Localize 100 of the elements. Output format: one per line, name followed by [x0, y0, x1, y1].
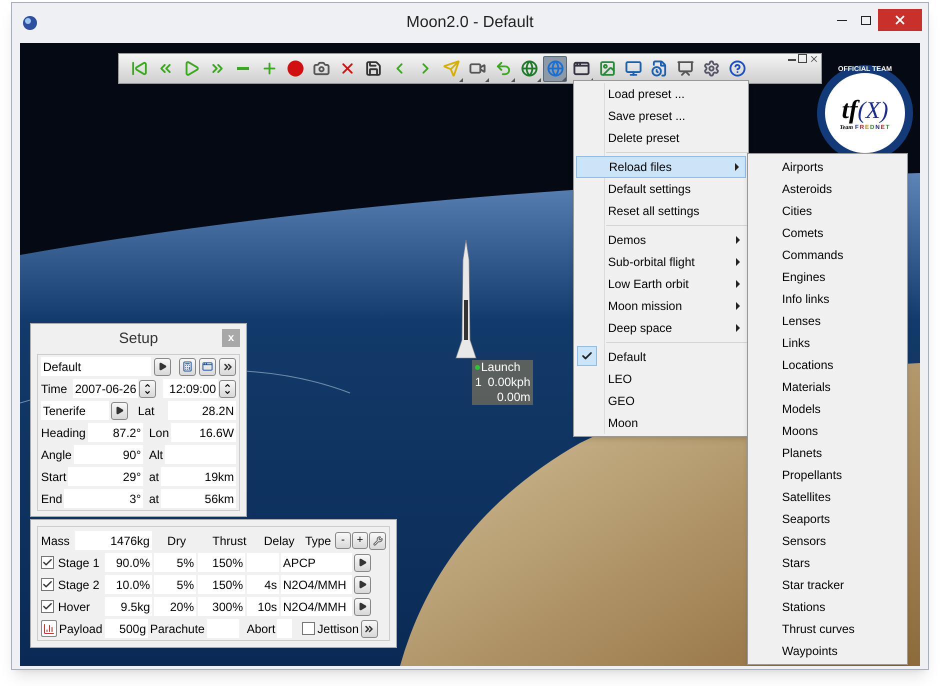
close-icon[interactable]: [809, 54, 819, 64]
text-field[interactable]: 2007-06-26: [73, 379, 138, 398]
wrench-button[interactable]: [369, 532, 386, 550]
menu-item[interactable]: Lenses: [748, 310, 907, 332]
menu-item[interactable]: Default settings: [576, 178, 746, 200]
menu-item[interactable]: Info links: [748, 288, 907, 310]
text-field[interactable]: 5%: [154, 553, 196, 572]
menu-item[interactable]: Airports: [748, 156, 907, 178]
spinner-button[interactable]: [139, 380, 156, 398]
menu-item[interactable]: Cities: [748, 200, 907, 222]
picture-icon: [598, 60, 616, 77]
close-button[interactable]: [878, 9, 922, 31]
menu-item[interactable]: Materials: [748, 376, 907, 398]
presentation-board-icon: [676, 60, 694, 77]
menu-item[interactable]: Seaports: [748, 508, 907, 530]
text-field[interactable]: 10.0%: [105, 575, 152, 594]
text-field[interactable]: 150%: [198, 575, 245, 594]
menu-item[interactable]: Stations: [748, 596, 907, 618]
column-header: Dry: [166, 532, 187, 550]
checkbox[interactable]: [302, 622, 316, 635]
menu-item[interactable]: Locations: [748, 354, 907, 376]
menu-item[interactable]: Comets: [748, 222, 907, 244]
menu-item[interactable]: Moon: [576, 412, 746, 434]
menu-item[interactable]: Planets: [748, 442, 907, 464]
menu-item[interactable]: Links: [748, 332, 907, 354]
menu-item[interactable]: Waypoints: [748, 640, 907, 662]
calculator-button[interactable]: [179, 358, 196, 376]
play-button[interactable]: [154, 358, 172, 376]
menu-item[interactable]: Commands: [748, 244, 907, 266]
text-field[interactable]: Default: [41, 357, 152, 376]
menu-item[interactable]: Star tracker: [748, 574, 907, 596]
text-field[interactable]: 16.6W: [171, 423, 236, 442]
fast-forward-button[interactable]: [219, 358, 236, 376]
text-field[interactable]: 9.5kg: [105, 597, 152, 616]
menu-item[interactable]: Asteroids: [748, 178, 907, 200]
menu-item[interactable]: GEO: [576, 390, 746, 412]
play-button[interactable]: [354, 576, 371, 594]
text-field[interactable]: APCP: [281, 553, 352, 572]
text-field[interactable]: 12:09:00: [163, 379, 218, 398]
small-button[interactable]: +: [352, 532, 368, 548]
text-field[interactable]: 1476kg: [75, 531, 152, 550]
spinner-button[interactable]: [219, 380, 236, 398]
play-button[interactable]: [354, 598, 371, 616]
text-field[interactable]: 20%: [154, 597, 196, 616]
menu-item[interactable]: Sub-orbital flight: [576, 251, 746, 273]
menu-item[interactable]: Moons: [748, 420, 907, 442]
checkbox[interactable]: [41, 578, 54, 591]
text-field[interactable]: 87.2°: [88, 423, 143, 442]
text-field[interactable]: N2O4/MMH: [281, 575, 352, 594]
menu-item[interactable]: Models: [748, 398, 907, 420]
menu-item[interactable]: Save preset ...: [576, 105, 746, 127]
text-field[interactable]: 5%: [154, 575, 196, 594]
text-field[interactable]: 19km: [161, 467, 236, 486]
menu-item[interactable]: Engines: [748, 266, 907, 288]
play-icon: [358, 580, 367, 589]
menu-item[interactable]: Reset all settings: [576, 200, 746, 222]
settings-icon: [702, 60, 720, 77]
text-field[interactable]: 28.2N: [168, 401, 236, 420]
text-field[interactable]: 4s: [247, 575, 279, 594]
text-field[interactable]: 3°: [64, 489, 143, 508]
menu-item[interactable]: Thrust curves: [748, 618, 907, 640]
text-field[interactable]: 500g: [105, 619, 148, 638]
text-field[interactable]: 90.0%: [105, 553, 152, 572]
checkbox[interactable]: [41, 556, 54, 569]
menu-item[interactable]: Demos: [576, 229, 746, 251]
window-button[interactable]: [199, 358, 216, 376]
text-field[interactable]: 90°: [74, 445, 143, 464]
text-field[interactable]: 29°: [68, 467, 143, 486]
menu-item[interactable]: Reload files: [576, 156, 746, 178]
menu-item[interactable]: Load preset ...: [576, 83, 746, 105]
dropdown-corner-icon: [459, 78, 463, 82]
text-field[interactable]: 56km: [161, 489, 236, 508]
menu-item[interactable]: Propellants: [748, 464, 907, 486]
field-label: Angle: [41, 446, 72, 464]
text-field[interactable]: 300%: [198, 597, 245, 616]
field-label: Mass: [41, 532, 71, 550]
menu-item[interactable]: Moon mission: [576, 295, 746, 317]
menu-item[interactable]: LEO: [576, 368, 746, 390]
dropdown-corner-icon: [485, 78, 489, 82]
bar-chart-icon[interactable]: [41, 620, 57, 637]
checkbox[interactable]: [41, 600, 54, 613]
menu-item[interactable]: Sensors: [748, 530, 907, 552]
record-icon: [286, 60, 304, 77]
maximize-icon[interactable]: [798, 54, 807, 63]
play-button[interactable]: [111, 402, 128, 420]
text-field[interactable]: N2O4/MMH: [281, 597, 352, 616]
menu-item[interactable]: Low Earth orbit: [576, 273, 746, 295]
menu-item[interactable]: Satellites: [748, 486, 907, 508]
document-clock-icon: [650, 60, 668, 77]
menu-item[interactable]: Delete preset: [576, 127, 746, 149]
small-button[interactable]: -: [335, 532, 352, 548]
text-field[interactable]: 10s: [247, 597, 279, 616]
play-button[interactable]: [354, 554, 371, 572]
fast-forward-button[interactable]: [360, 620, 378, 638]
menu-item[interactable]: Default: [576, 346, 746, 368]
text-field[interactable]: 150%: [198, 553, 245, 572]
menu-item[interactable]: Deep space: [576, 317, 746, 339]
text-field[interactable]: Tenerife: [41, 401, 110, 420]
menu-item[interactable]: Stars: [748, 552, 907, 574]
skip-back-icon: [130, 60, 148, 77]
